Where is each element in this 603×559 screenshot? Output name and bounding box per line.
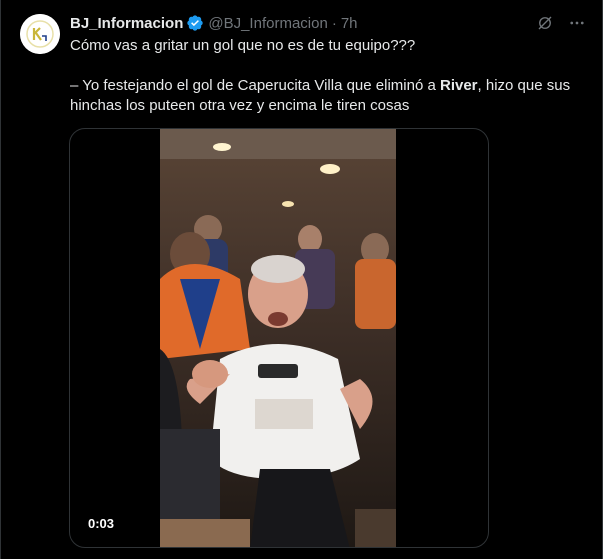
author-name[interactable]: BJ_Informacion — [70, 15, 183, 32]
tweet-card[interactable]: BJ_Informacion @BJ_Informacion · 7h Cómo… — [0, 0, 603, 559]
video-still-image — [160, 129, 396, 547]
author-handle[interactable]: @BJ_Informacion — [208, 15, 327, 32]
account-logo-icon — [20, 14, 60, 54]
tweet-line-2: – Yo festejando el gol de Caperucita Vil… — [70, 76, 590, 116]
avatar[interactable] — [20, 14, 60, 54]
verified-badge-icon — [186, 14, 204, 32]
tweet-header: BJ_Informacion @BJ_Informacion · 7h — [70, 12, 358, 34]
tweet-text: Cómo vas a gritar un gol que no es de tu… — [70, 36, 590, 116]
tweet-actions — [534, 12, 588, 34]
tweet-time[interactable]: 7h — [341, 15, 358, 32]
grok-icon[interactable] — [534, 12, 556, 34]
separator-dot: · — [331, 14, 337, 32]
video-frame[interactable] — [160, 129, 396, 547]
more-icon[interactable] — [566, 12, 588, 34]
tweet-line-1: Cómo vas a gritar un gol que no es de tu… — [70, 37, 416, 54]
video-timestamp: 0:03 — [82, 514, 121, 533]
video-player[interactable]: 0:03 — [69, 128, 489, 548]
tweet-line-2-prefix: – Yo festejando el gol de Caperucita Vil… — [70, 77, 440, 94]
tweet-line-2-bold: River — [439, 77, 478, 94]
